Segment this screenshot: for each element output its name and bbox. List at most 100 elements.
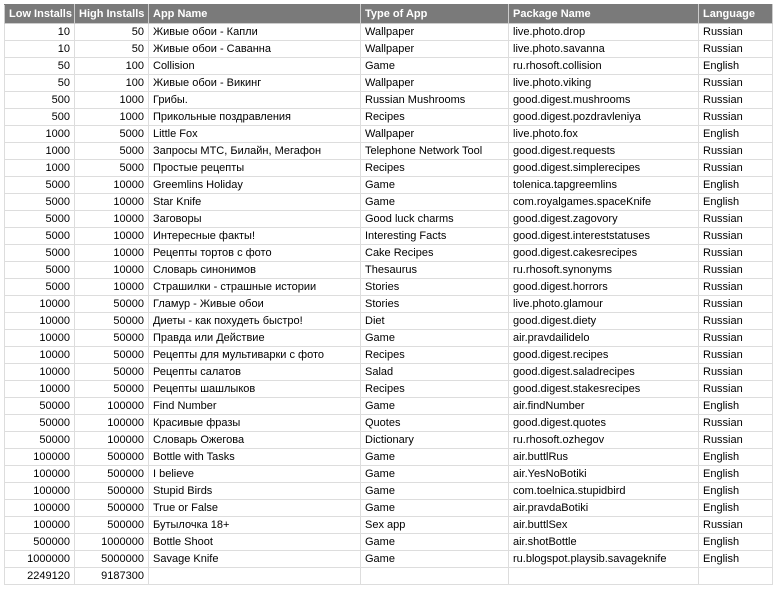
cell-language: Russian: [699, 75, 773, 92]
cell-type: Recipes: [361, 381, 509, 398]
cell-low-installs: 100000: [5, 466, 75, 483]
header-type[interactable]: Type of App: [361, 5, 509, 24]
cell-package: good.digest.recipes: [509, 347, 699, 364]
table-row[interactable]: 10005000Запросы МТС, Билайн, МегафонTele…: [5, 143, 773, 160]
table-row[interactable]: 1000050000Рецепты для мультиварки с фото…: [5, 347, 773, 364]
cell-language: English: [699, 500, 773, 517]
table-row[interactable]: 100000500000Бутылочка 18+Sex appair.butt…: [5, 517, 773, 534]
table-row[interactable]: 1000050000Рецепты салатовSaladgood.diges…: [5, 364, 773, 381]
cell-low-installs: 50000: [5, 398, 75, 415]
cell-language: Russian: [699, 143, 773, 160]
cell-high-installs: 10000: [75, 228, 149, 245]
cell-low-installs: 5000: [5, 279, 75, 296]
table-row[interactable]: 100000500000Stupid BirdsGamecom.toelnica…: [5, 483, 773, 500]
header-app-name[interactable]: App Name: [149, 5, 361, 24]
table-row[interactable]: 10005000Простые рецептыRecipesgood.diges…: [5, 160, 773, 177]
cell-high-installs: 50000: [75, 364, 149, 381]
cell-app-name: Star Knife: [149, 194, 361, 211]
table-row[interactable]: 500010000Страшилки - страшные историиSto…: [5, 279, 773, 296]
cell-type: Interesting Facts: [361, 228, 509, 245]
cell-type: Game: [361, 466, 509, 483]
cell-low-installs: 1000: [5, 126, 75, 143]
cell-low-installs: 1000: [5, 143, 75, 160]
table-row[interactable]: 500010000Интересные факты!Interesting Fa…: [5, 228, 773, 245]
cell-low-installs: 10000: [5, 347, 75, 364]
cell-type: Dictionary: [361, 432, 509, 449]
table-row[interactable]: 1050Живые обои - КаплиWallpaperlive.phot…: [5, 24, 773, 41]
table-row[interactable]: 1000050000Рецепты шашлыковRecipesgood.di…: [5, 381, 773, 398]
cell-app-name: Правда или Действие: [149, 330, 361, 347]
cell-low-installs: 100000: [5, 483, 75, 500]
cell-high-installs: 5000: [75, 143, 149, 160]
cell-low-installs: 100000: [5, 449, 75, 466]
cell-package: good.digest.horrors: [509, 279, 699, 296]
table-row[interactable]: 500010000Рецепты тортов с фотоCake Recip…: [5, 245, 773, 262]
cell-app-name: Collision: [149, 58, 361, 75]
cell-high-installs: 10000: [75, 245, 149, 262]
cell-language: English: [699, 398, 773, 415]
cell-language: Russian: [699, 330, 773, 347]
cell-language: Russian: [699, 296, 773, 313]
cell-package: air.buttlRus: [509, 449, 699, 466]
cell-language: English: [699, 194, 773, 211]
cell-high-installs: 100: [75, 58, 149, 75]
table-row[interactable]: 1000050000Гламур - Живые обоиStorieslive…: [5, 296, 773, 313]
table-row[interactable]: 500010000ЗаговорыGood luck charmsgood.di…: [5, 211, 773, 228]
header-row: Low Installs High Installs App Name Type…: [5, 5, 773, 24]
cell-low-installs: 10000: [5, 381, 75, 398]
cell-high-installs: 1000: [75, 109, 149, 126]
table-row[interactable]: 5001000Грибы.Russian Mushroomsgood.diges…: [5, 92, 773, 109]
table-row[interactable]: 50100CollisionGameru.rhosoft.collisionEn…: [5, 58, 773, 75]
table-row[interactable]: 500010000Greemlins HolidayGametolenica.t…: [5, 177, 773, 194]
cell-package: live.photo.drop: [509, 24, 699, 41]
cell-low-installs: 100000: [5, 517, 75, 534]
cell-language: English: [699, 534, 773, 551]
cell-package: air.shotBottle: [509, 534, 699, 551]
cell-high-installs: 50000: [75, 347, 149, 364]
table-row[interactable]: 5001000Прикольные поздравленияRecipesgoo…: [5, 109, 773, 126]
table-row[interactable]: 500010000Словарь синонимовThesaurusru.rh…: [5, 262, 773, 279]
cell-type: Thesaurus: [361, 262, 509, 279]
cell-package: ru.rhosoft.synonyms: [509, 262, 699, 279]
cell-low-installs: 50: [5, 75, 75, 92]
cell-language: Russian: [699, 279, 773, 296]
table-row[interactable]: 50000100000Словарь ОжеговаDictionaryru.r…: [5, 432, 773, 449]
table-row[interactable]: 5000001000000Bottle ShootGameair.shotBot…: [5, 534, 773, 551]
cell-language: English: [699, 58, 773, 75]
table-row[interactable]: 50000100000Find NumberGameair.findNumber…: [5, 398, 773, 415]
cell-type: Wallpaper: [361, 75, 509, 92]
cell-high-installs: 500000: [75, 517, 149, 534]
cell-package: good.digest.mushrooms: [509, 92, 699, 109]
table-row[interactable]: 1050Живые обои - СаваннаWallpaperlive.ph…: [5, 41, 773, 58]
header-language[interactable]: Language: [699, 5, 773, 24]
table-row[interactable]: 100000500000True or FalseGameair.pravdaB…: [5, 500, 773, 517]
table-row[interactable]: 1000050000Диеты - как похудеть быстро!Di…: [5, 313, 773, 330]
header-package[interactable]: Package Name: [509, 5, 699, 24]
cell-package: good.digest.cakesrecipes: [509, 245, 699, 262]
cell-package: ru.blogspot.playsib.savageknife: [509, 551, 699, 568]
cell-language: Russian: [699, 24, 773, 41]
table-row[interactable]: 22491209187300: [5, 568, 773, 585]
table-row[interactable]: 500010000Star KnifeGamecom.royalgames.sp…: [5, 194, 773, 211]
table-row[interactable]: 1000050000Правда или ДействиеGameair.pra…: [5, 330, 773, 347]
cell-package: good.digest.intereststatuses: [509, 228, 699, 245]
cell-app-name: Страшилки - страшные истории: [149, 279, 361, 296]
cell-type: Wallpaper: [361, 41, 509, 58]
header-high-installs[interactable]: High Installs: [75, 5, 149, 24]
table-row[interactable]: 50000100000Красивые фразыQuotesgood.dige…: [5, 415, 773, 432]
cell-app-name: Savage Knife: [149, 551, 361, 568]
cell-high-installs: 10000: [75, 211, 149, 228]
cell-type: Game: [361, 483, 509, 500]
cell-app-name: Грибы.: [149, 92, 361, 109]
table-row[interactable]: 10005000Little FoxWallpaperlive.photo.fo…: [5, 126, 773, 143]
table-row[interactable]: 100000500000I believeGameair.YesNoBotiki…: [5, 466, 773, 483]
cell-language: Russian: [699, 364, 773, 381]
cell-language: Russian: [699, 92, 773, 109]
cell-low-installs: 500: [5, 92, 75, 109]
table-row[interactable]: 10000005000000Savage KnifeGameru.blogspo…: [5, 551, 773, 568]
header-low-installs[interactable]: Low Installs: [5, 5, 75, 24]
cell-language: Russian: [699, 381, 773, 398]
table-row[interactable]: 100000500000Bottle with TasksGameair.but…: [5, 449, 773, 466]
table-row[interactable]: 50100Живые обои - ВикингWallpaperlive.ph…: [5, 75, 773, 92]
cell-type: Recipes: [361, 109, 509, 126]
